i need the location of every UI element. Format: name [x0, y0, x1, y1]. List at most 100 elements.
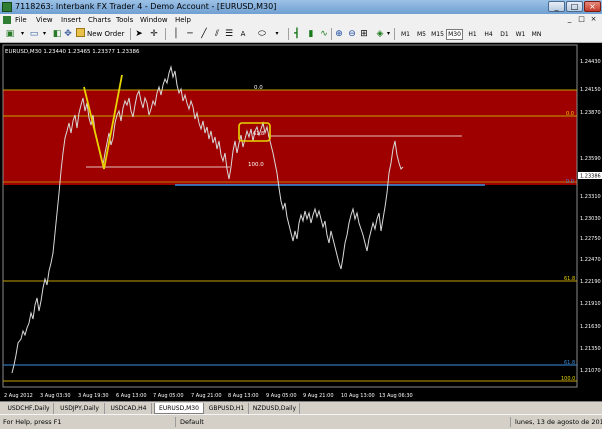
fib-label-100: 100.0: [248, 162, 264, 168]
zoom-out-icon[interactable]: ⊖: [347, 28, 357, 40]
time-label: 9 Aug 21:00: [303, 393, 334, 399]
profiles-icon[interactable]: ▭: [28, 28, 40, 40]
toolbar-separator: [165, 28, 166, 40]
time-label: 2 Aug 2012: [4, 393, 33, 399]
minimize-button[interactable]: _: [548, 1, 565, 12]
candlestick-icon[interactable]: ▮: [306, 28, 316, 40]
equidistant-channel-icon[interactable]: ⫽: [212, 28, 222, 40]
time-label: 7 Aug 21:00: [191, 393, 222, 399]
tab-nzdusd-daily[interactable]: NZDUSD,Daily: [250, 403, 300, 414]
chart-area[interactable]: EURUSD,M30 1.23440 1.23465 1.23377 1.233…: [0, 43, 602, 401]
timeframe-m30[interactable]: M30: [446, 29, 463, 40]
status-profile: Default: [180, 418, 204, 426]
price-label: 1.23030: [580, 216, 601, 222]
price-chart[interactable]: EURUSD,M30 1.23440 1.23465 1.23377 1.233…: [0, 43, 602, 401]
timeframe-mn[interactable]: MN: [528, 29, 545, 40]
toolbar: ▣ ▾ ▭ ▾ ◧ ✥ New Order ➤ ✛ │ ─ ╱ ⫽ ☰ A ⬭ …: [0, 26, 602, 43]
timeframe-m15[interactable]: M15: [429, 29, 446, 40]
fib-label-618-small: 61.8: [253, 131, 264, 137]
text-icon[interactable]: A: [238, 28, 248, 40]
menu-insert[interactable]: Insert: [61, 15, 81, 25]
child-minimize-icon[interactable]: _: [565, 15, 574, 24]
close-button[interactable]: ×: [584, 1, 601, 12]
timeframe-h1[interactable]: H1: [464, 29, 481, 40]
time-label: 7 Aug 05:00: [153, 393, 184, 399]
toolbar-separator: [130, 28, 131, 40]
fibonacci-icon[interactable]: ☰: [224, 28, 234, 40]
chart-window-icon: [3, 16, 11, 24]
price-label: 1.21350: [580, 346, 601, 352]
menu-bar: File View Insert Charts Tools Window Hel…: [0, 14, 602, 26]
timeframe-d1[interactable]: D1: [496, 29, 513, 40]
zoom-in-icon[interactable]: ⊕: [334, 28, 344, 40]
price-label: 1.22470: [580, 257, 601, 263]
fib-label-right-zero-b: 0.0: [566, 179, 574, 185]
status-divider: [510, 417, 511, 427]
fib-label-top-zero: 0.0: [254, 85, 263, 91]
child-restore-icon[interactable]: □: [577, 15, 586, 24]
new-chart-dropdown-icon[interactable]: ▾: [19, 28, 26, 40]
tab-usdcad-h4[interactable]: USDCAD,H4: [106, 403, 152, 414]
menu-file[interactable]: File: [15, 15, 27, 25]
chart-header: EURUSD,M30 1.23440 1.23465 1.23377 1.233…: [5, 49, 140, 55]
time-label: 9 Aug 05:00: [266, 393, 297, 399]
tab-usdchf-daily[interactable]: USDCHF,Daily: [4, 403, 54, 414]
tab-usdjpy-daily[interactable]: USDJPY,Daily: [55, 403, 105, 414]
price-label: 1.23590: [580, 156, 601, 162]
tab-eurusd-m30[interactable]: EURUSD,M30: [154, 403, 204, 414]
bar-chart-icon[interactable]: ┫: [292, 28, 302, 40]
periods-dropdown-icon[interactable]: ▾: [385, 28, 392, 40]
menu-charts[interactable]: Charts: [88, 15, 111, 25]
menu-help[interactable]: Help: [175, 15, 191, 25]
app-icon: [2, 2, 12, 12]
price-label: 1.24430: [580, 59, 601, 65]
price-label: 1.21070: [580, 368, 601, 374]
timeframe-h4[interactable]: H4: [480, 29, 497, 40]
time-label: 13 Aug 06:30: [379, 393, 413, 399]
time-label: 3 Aug 19:30: [78, 393, 109, 399]
status-date: lunes, 13 de agosto de 2012: [515, 418, 602, 426]
line-chart-icon[interactable]: ∿: [319, 28, 329, 40]
trendline-icon[interactable]: ╱: [199, 28, 209, 40]
fib-label-right-618-a: 61.8: [564, 276, 575, 282]
status-bar: For Help, press F1 Default lunes, 13 de …: [0, 414, 602, 429]
maximize-button[interactable]: □: [566, 1, 583, 12]
tile-windows-icon[interactable]: ⊞: [359, 28, 369, 40]
shapes-dropdown-icon[interactable]: ▾: [271, 28, 283, 40]
child-close-icon[interactable]: ×: [589, 15, 598, 24]
time-label: 10 Aug 13:00: [341, 393, 375, 399]
toolbar-separator: [394, 28, 395, 40]
market-watch-icon[interactable]: ◧: [52, 28, 62, 40]
chart-shift-icon[interactable]: ◈: [375, 28, 385, 40]
fib-label-right-618-b: 61.8: [564, 360, 575, 366]
navigator-icon[interactable]: ✥: [63, 28, 73, 40]
timeframe-m5[interactable]: M5: [413, 29, 430, 40]
status-help: For Help, press F1: [3, 418, 62, 426]
profiles-dropdown-icon[interactable]: ▾: [41, 28, 48, 40]
price-label: 1.22750: [580, 236, 601, 242]
cursor-icon[interactable]: ➤: [134, 28, 144, 40]
price-label: 1.24150: [580, 87, 601, 93]
horizontal-line-icon[interactable]: ─: [185, 28, 195, 40]
time-label: 6 Aug 13:00: [116, 393, 147, 399]
ellipse-icon[interactable]: ⬭: [256, 28, 268, 40]
price-label: 1.23870: [580, 110, 601, 116]
time-label: 8 Aug 13:00: [228, 393, 259, 399]
vertical-line-icon[interactable]: │: [171, 28, 181, 40]
toolbar-separator: [288, 28, 289, 40]
timeframe-w1[interactable]: W1: [512, 29, 529, 40]
new-order-button[interactable]: New Order: [76, 28, 124, 40]
new-chart-icon[interactable]: ▣: [4, 28, 16, 40]
menu-window[interactable]: Window: [140, 15, 168, 25]
current-price-label: 1.23386: [580, 174, 601, 180]
new-order-icon: [76, 28, 85, 37]
chart-tabs: USDCHF,Daily USDJPY,Daily USDCAD,H4 EURU…: [0, 401, 602, 414]
menu-view[interactable]: View: [36, 15, 53, 25]
crosshair-icon[interactable]: ✛: [149, 28, 159, 40]
tab-gbpusd-h1[interactable]: GBPUSD,H1: [205, 403, 249, 414]
timeframe-m1[interactable]: M1: [397, 29, 414, 40]
menu-tools[interactable]: Tools: [116, 15, 133, 25]
price-label: 1.21910: [580, 301, 601, 307]
time-label: 3 Aug 03:30: [40, 393, 71, 399]
title-bar: 7118263: Interbank FX Trader 4 - Demo Ac…: [0, 0, 602, 14]
